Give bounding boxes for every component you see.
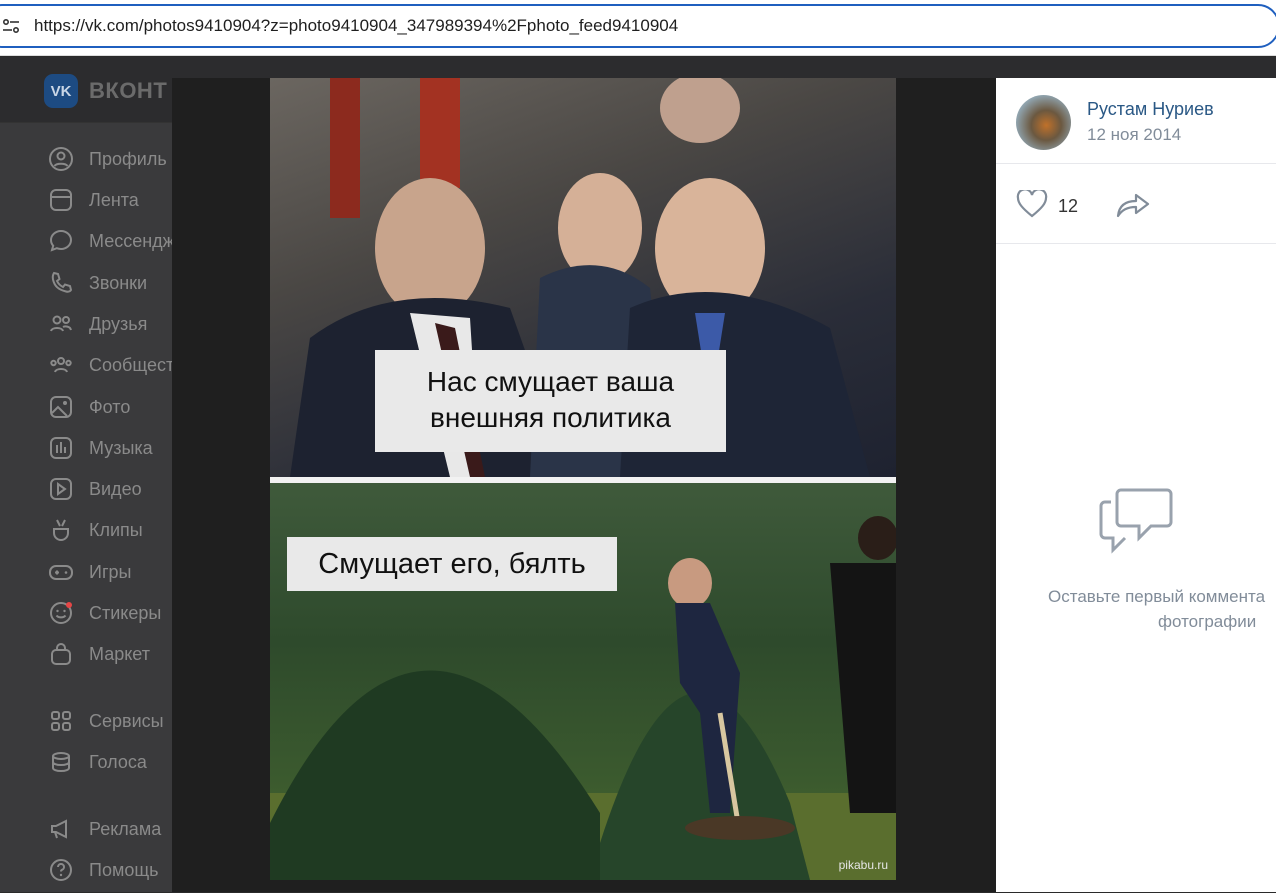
tune-icon[interactable] [2, 17, 20, 35]
share-button[interactable] [1116, 192, 1150, 223]
empty-comments-text: Оставьте первый коммента фотографии [996, 584, 1276, 634]
vk-logo-icon[interactable]: VK [44, 74, 78, 108]
sidebar-item-messenger[interactable]: Мессендж [46, 226, 175, 256]
address-url[interactable]: https://vk.com/photos9410904?z=photo9410… [34, 16, 678, 36]
sidebar-item-label: Мессендж [89, 230, 175, 251]
sidebar-item-music[interactable]: Музыка [46, 433, 153, 463]
photo-icon [46, 392, 76, 422]
sidebar-item-label: Реклама [89, 818, 162, 839]
sidebar-item-photos[interactable]: Фото [46, 392, 130, 422]
phone-icon [46, 268, 76, 298]
left-sidebar: Профиль Лента Мессендж Звонки Друзья Соо… [0, 123, 175, 893]
sidebar-item-profile[interactable]: Профиль [46, 144, 167, 174]
post-date[interactable]: 12 ноя 2014 [1087, 125, 1181, 145]
music-icon [46, 433, 76, 463]
sidebar-item-market[interactable]: Маркет [46, 639, 150, 669]
photo-panel-top: Нас смущает ваша внешняя политика [270, 78, 896, 477]
sidebar-item-label: Лента [89, 189, 139, 210]
caption-bottom: Смущает его, бялть [287, 537, 617, 591]
gamepad-icon [46, 557, 76, 587]
like-button[interactable]: 12 [1016, 188, 1079, 223]
sticker-icon [46, 598, 76, 628]
communities-icon [46, 350, 76, 380]
sidebar-item-video[interactable]: Видео [46, 474, 142, 504]
caption-top-line-2: внешняя политика [430, 402, 671, 433]
sidebar-item-stickers[interactable]: Стикеры [46, 598, 161, 628]
video-icon [46, 474, 76, 504]
sidebar-item-ads[interactable]: Реклама [46, 814, 161, 844]
sidebar-item-label: Звонки [89, 272, 148, 293]
sidebar-item-games[interactable]: Игры [46, 557, 131, 587]
sidebar-item-help[interactable]: Помощь [46, 855, 159, 885]
empty-comments-line-2: фотографии [1158, 612, 1257, 631]
sidebar-item-label: Голоса [89, 751, 147, 772]
caption-top: Нас смущает ваша внешняя политика [375, 350, 726, 452]
caption-top-line-1: Нас смущает ваша [426, 366, 675, 397]
sidebar-item-clips[interactable]: Клипы [46, 515, 143, 545]
user-circle-icon [46, 144, 76, 174]
watermark: pikabu.ru [838, 858, 888, 872]
sidebar-item-calls[interactable]: Звонки [46, 268, 147, 298]
share-arrow-icon [1116, 193, 1150, 222]
help-icon [46, 855, 76, 885]
sidebar-item-services[interactable]: Сервисы [46, 706, 164, 736]
sidebar-item-friends[interactable]: Друзья [46, 309, 147, 339]
votes-icon [46, 747, 76, 777]
photo-info-panel: Рустам Нуриев 12 ноя 2014 12 Оставьте пе… [996, 78, 1276, 892]
sidebar-item-label: Профиль [89, 148, 167, 169]
vk-brand-text[interactable]: ВКОНТ [89, 78, 167, 104]
sidebar-item-label: Маркет [89, 643, 150, 664]
empty-comments: Оставьте первый коммента фотографии [996, 488, 1276, 634]
market-bag-icon [46, 639, 76, 669]
like-count: 12 [1058, 196, 1079, 216]
services-grid-icon [46, 706, 76, 736]
sidebar-item-label: Клипы [89, 519, 143, 540]
sidebar-item-communities[interactable]: Сообщест [46, 350, 174, 380]
photo-panel-bottom: Смущает его, бялть pikabu.ru [270, 483, 896, 880]
sidebar-item-label: Помощь [89, 859, 159, 880]
ads-megaphone-icon [46, 814, 76, 844]
photo-actions: 12 [996, 164, 1276, 244]
sidebar-item-label: Стикеры [89, 602, 162, 623]
sidebar-item-feed[interactable]: Лента [46, 185, 139, 215]
sidebar-item-label: Видео [89, 478, 142, 499]
sidebar-item-label: Сервисы [89, 710, 164, 731]
sidebar-item-label: Игры [89, 561, 132, 582]
sidebar-item-label: Друзья [89, 313, 148, 334]
browser-address-bar: https://vk.com/photos9410904?z=photo9410… [0, 0, 1276, 56]
clips-icon [46, 515, 76, 545]
sidebar-item-votes[interactable]: Голоса [46, 747, 147, 777]
author-name-link[interactable]: Рустам Нуриев [1087, 99, 1214, 120]
author-row: Рустам Нуриев 12 ноя 2014 [996, 78, 1276, 164]
sidebar-item-label: Фото [89, 396, 131, 417]
empty-comments-line-1: Оставьте первый коммента [1048, 587, 1266, 606]
photo-image[interactable]: Нас смущает ваша внешняя политика Смущае… [270, 78, 896, 880]
sidebar-item-label: Музыка [89, 437, 153, 458]
friends-icon [46, 309, 76, 339]
sidebar-item-label: Сообщест [89, 354, 175, 375]
message-icon [46, 226, 76, 256]
comments-icon [996, 488, 1276, 554]
avatar[interactable] [1016, 95, 1071, 150]
news-feed-icon [46, 185, 76, 215]
heart-icon [1016, 188, 1048, 223]
